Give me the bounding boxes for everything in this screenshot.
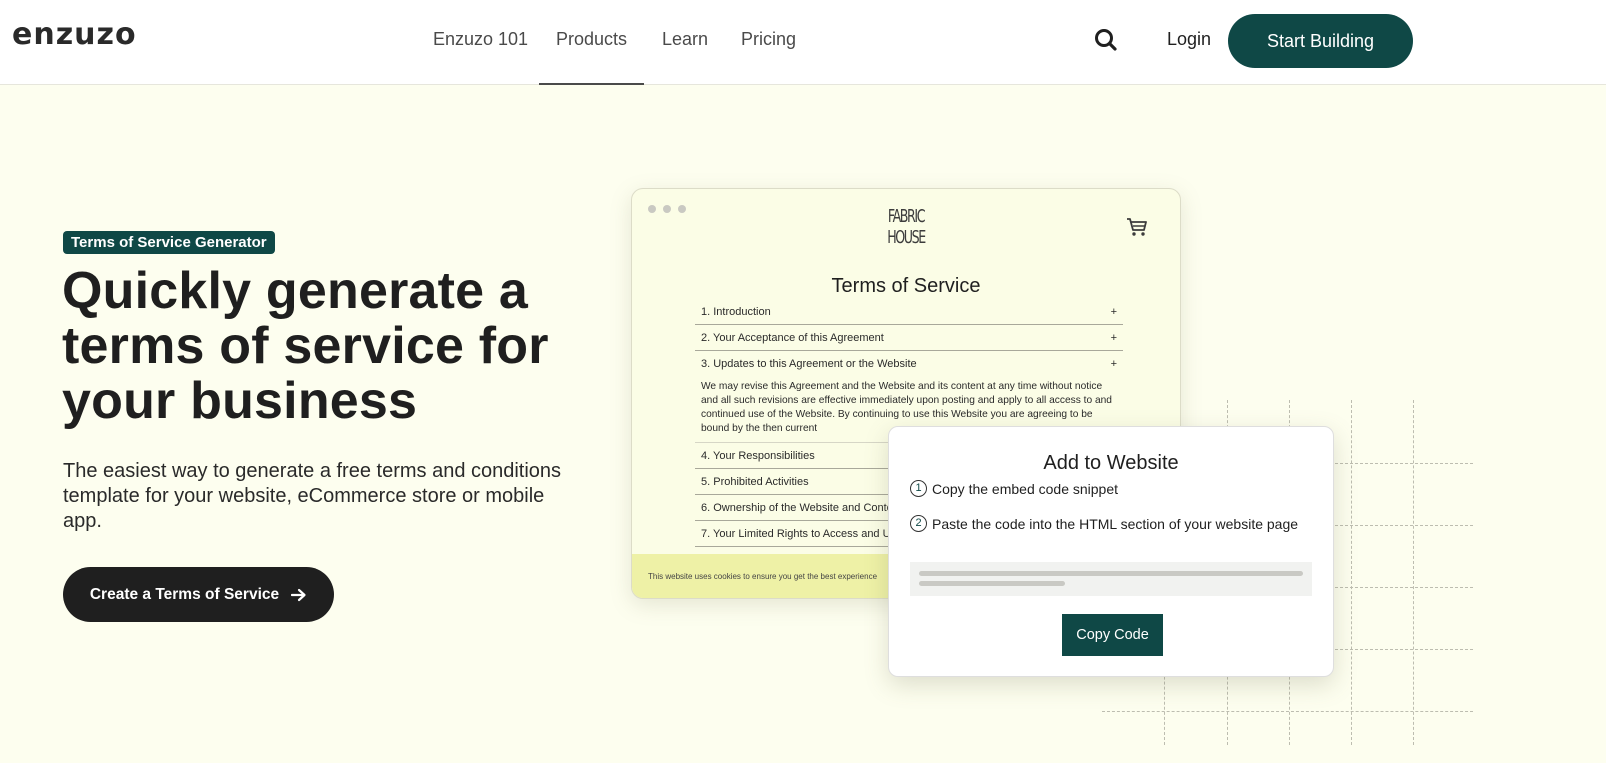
cart-icon [1127,218,1147,236]
active-nav-indicator [539,83,644,85]
create-terms-label: Create a Terms of Service [89,585,280,603]
terms-title: Terms of Service [831,275,981,297]
product-badge: Terms of Service Generator [63,231,275,254]
site-header: enzuzo Enzuzo 101 Products Learn Pricing… [0,0,1606,85]
grid-line [1413,400,1414,745]
window-controls [648,205,686,213]
login-link[interactable]: Login [1167,29,1211,50]
grid-line [1351,400,1352,745]
expand-icon: + [1110,305,1117,318]
nav-item-learn[interactable]: Learn [662,29,708,50]
dialog-title: Add to Website [1043,452,1179,474]
nav-item-products[interactable]: Products [556,29,627,50]
step-item: 1 Copy the embed code snippet [910,480,1118,497]
hero-subtitle: The easiest way to generate a free terms… [63,460,562,532]
brand-line: FABRIC [887,206,926,227]
nav-item-enzuzo-101[interactable]: Enzuzo 101 [433,29,528,50]
enzuzo-logo[interactable]: enzuzo [12,20,137,50]
window-dot [648,205,656,213]
step-text: Paste the code into the HTML section of … [932,515,1299,532]
section-label: 4. Your Responsibilities [701,449,815,462]
expand-icon: + [1110,358,1117,370]
code-placeholder-line [919,581,1065,586]
step-text: Copy the embed code snippet [932,480,1119,497]
search-button[interactable] [1093,27,1119,53]
section-label: 1. Introduction [701,305,771,318]
section-label: 3. Updates to this Agreement or the Webs… [701,358,917,370]
create-terms-button[interactable]: Create a Terms of Service [63,567,334,622]
expand-icon: + [1110,331,1117,344]
copy-code-button[interactable]: Copy Code [1062,614,1163,656]
cookie-text: This website uses cookies to ensure you … [648,572,878,581]
section-label: 5. Prohibited Activities [701,475,809,488]
grid-line [1102,711,1473,712]
step-number-icon: 2 [910,515,927,532]
page-title: Quickly generate a terms of service for … [62,262,549,430]
window-dot [663,205,671,213]
step-number-icon: 1 [910,480,927,497]
code-placeholder-line [919,571,1303,576]
section-label: 7. Your Limited Rights to Access and Use [701,527,903,540]
add-to-website-dialog: Add to Website 1 Copy the embed code sni… [888,426,1334,677]
section-label: 6. Ownership of the Website and Content [701,501,902,514]
brand-line: HOUSE [887,227,926,248]
arrow-right-icon [291,588,306,601]
start-building-button[interactable]: Start Building [1228,14,1413,68]
nav-item-pricing[interactable]: Pricing [741,29,796,50]
step-item: 2 Paste the code into the HTML section o… [910,515,1298,532]
fabric-house-logo: FABRIC HOUSE [714,206,1098,248]
embed-code-box[interactable] [910,562,1312,596]
terms-section-row[interactable]: 2. Your Acceptance of this Agreement + [695,325,1123,351]
window-dot [678,205,686,213]
terms-section-row[interactable]: 3. Updates to this Agreement or the Webs… [695,351,1123,377]
search-icon [1095,29,1117,51]
section-label: 2. Your Acceptance of this Agreement [701,331,884,344]
terms-section-row[interactable]: 1. Introduction + [695,299,1123,325]
